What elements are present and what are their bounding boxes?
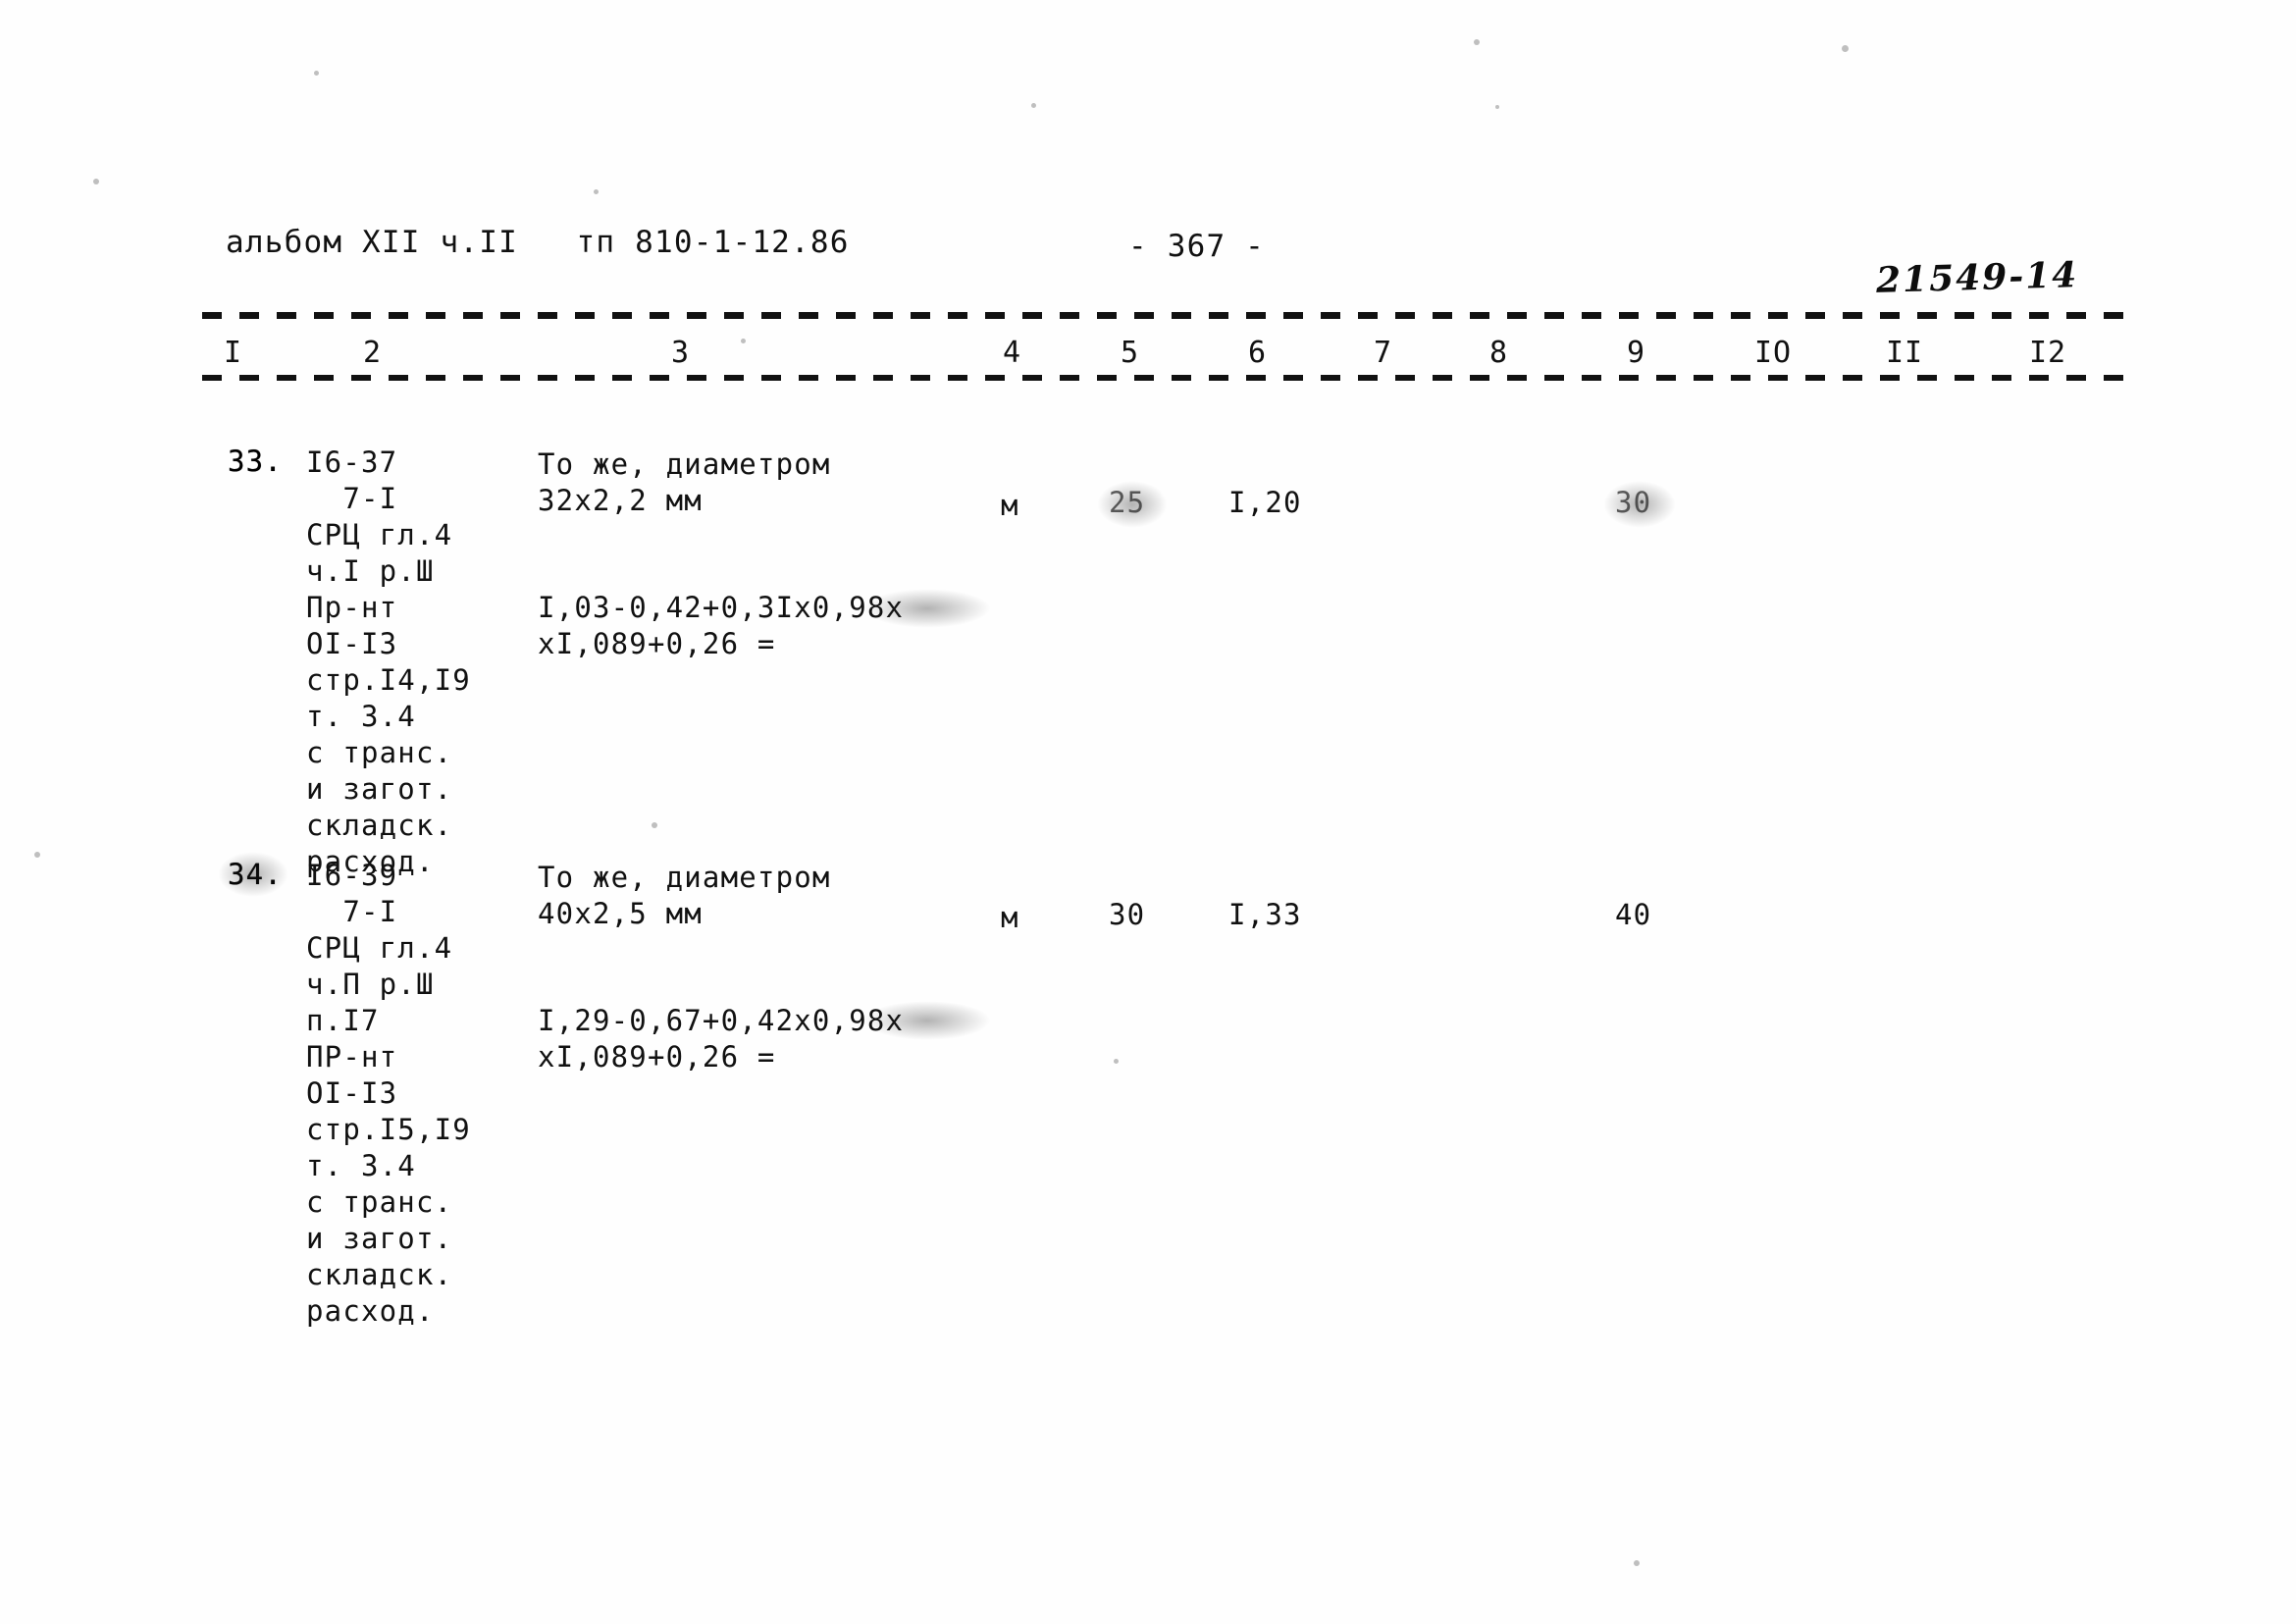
scan-speck xyxy=(34,852,40,858)
table-row-33-col6: I,20 xyxy=(1228,486,1302,519)
scan-speck xyxy=(1031,103,1036,108)
column-header-12: I2 xyxy=(2029,336,2067,370)
scan-speck xyxy=(594,189,599,194)
table-row-34-col3-formula: I,29-0,67+0,42х0,98х хI,089+0,26 = xyxy=(538,1004,905,1074)
column-header-5: 5 xyxy=(1121,336,1140,370)
table-row-34-number: 34. xyxy=(228,858,283,891)
table-row-34-col5: 30 xyxy=(1109,898,1146,931)
column-header-4: 4 xyxy=(1003,336,1022,370)
table-row-33-number: 33. xyxy=(228,445,283,478)
table-row-34-col6: I,33 xyxy=(1228,898,1302,931)
scan-speck xyxy=(1495,105,1499,109)
table-row-34-col2: I6-39 7-I СРЦ гл.4 ч.П р.Ш п.I7 ПР-нт ОI… xyxy=(306,859,471,1328)
column-header-6: 6 xyxy=(1248,336,1268,370)
table-row-33-col3-title: То же, диаметром 32х2,2 мм xyxy=(538,447,831,517)
column-header-11: II xyxy=(1886,336,1924,370)
table-row-33-col5: 25 xyxy=(1109,486,1146,519)
table-row-34-col3-title: То же, диаметром 40х2,5 мм xyxy=(538,861,831,930)
table-row-34-col4: м xyxy=(1001,901,1019,934)
column-header-10: IO xyxy=(1754,336,1793,370)
scan-speck xyxy=(93,179,99,184)
album-header-text: альбом XII ч.II тп 810-1-12.86 xyxy=(226,225,850,260)
table-row-33-col9: 30 xyxy=(1615,486,1652,519)
table-header-bottom-rule xyxy=(202,375,2135,381)
scan-speck xyxy=(1114,1059,1119,1064)
scan-speck xyxy=(652,822,657,828)
handwritten-archive-code: 21549-14 xyxy=(1875,254,2079,301)
page-number: - 367 - xyxy=(1128,229,1266,264)
table-row-33-col3-formula: I,03-0,42+0,3Iх0,98х хI,089+0,26 = xyxy=(538,591,905,660)
scan-speck xyxy=(1634,1560,1640,1566)
scan-speck xyxy=(741,339,746,343)
scanned-document-page: альбом XII ч.II тп 810-1-12.86 - 367 - 2… xyxy=(0,0,2296,1624)
table-row-34-col9: 40 xyxy=(1615,898,1652,931)
scan-speck xyxy=(1842,45,1849,52)
column-header-7: 7 xyxy=(1374,336,1393,370)
scan-speck xyxy=(314,71,319,76)
column-header-8: 8 xyxy=(1489,336,1509,370)
column-header-2: 2 xyxy=(363,336,383,370)
scan-speck xyxy=(1474,39,1480,45)
table-row-33-col2: I6-37 7-I СРЦ гл.4 ч.I р.Ш Пр-нт ОI-I3 с… xyxy=(306,445,471,878)
table-top-rule xyxy=(202,312,2135,319)
table-row-33-col4: м xyxy=(1001,489,1019,522)
column-header-9: 9 xyxy=(1627,336,1646,370)
column-header-3: 3 xyxy=(671,336,691,370)
column-header-1: I xyxy=(224,336,243,370)
